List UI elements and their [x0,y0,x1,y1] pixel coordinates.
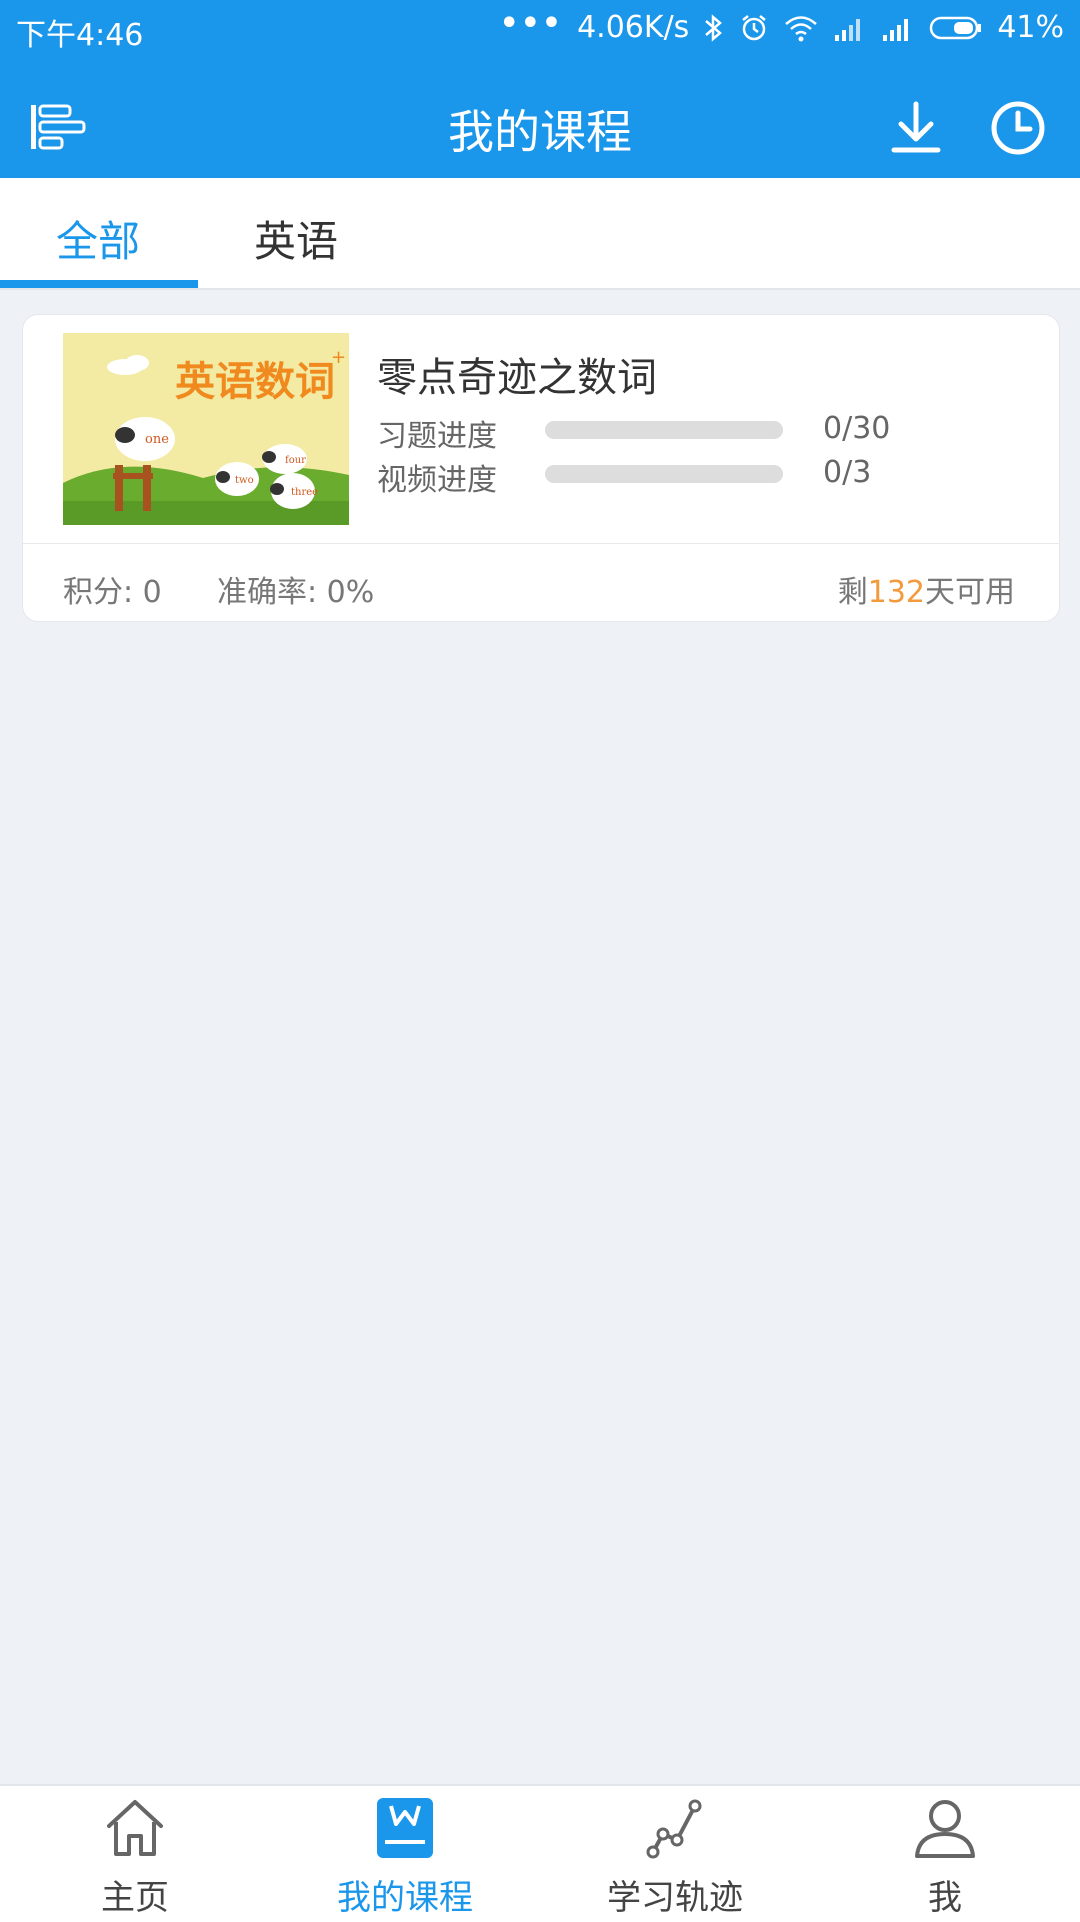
category-tabs: 全部 英语 [0,178,1080,290]
nav-me-label: 我 [928,1878,962,1918]
user-icon [915,1800,975,1858]
nav-my-courses[interactable]: 我的课程 [270,1786,540,1922]
video-progress-bar [545,465,783,483]
tab-all[interactable]: 全部 [56,208,140,269]
clock-icon[interactable] [988,98,1048,158]
signal-icon-2 [883,18,909,41]
more-dots-icon: ••• [499,6,564,41]
thumbnail-title: 英语数词 [175,359,335,405]
course-title: 零点奇迹之数词 [377,355,657,401]
exercise-progress-bar [545,421,783,439]
video-progress-count: 0/3 [823,455,872,490]
course-card[interactable]: 英语数词 + one two four three 零点奇迹之数词 习题进度 0… [22,314,1060,622]
header: 下午4:46 ••• 4.06K/s 41% 我的课程 [0,0,1080,178]
nav-home-label: 主页 [101,1878,169,1918]
nav-my-courses-label: 我的课程 [337,1878,473,1918]
accuracy-text: 准确率: 0% [217,575,375,610]
active-tab-indicator [0,280,198,288]
nav-learning-track-label: 学习轨迹 [607,1878,743,1918]
wifi-icon [785,15,818,41]
battery-icon [930,16,982,39]
status-bar: 下午4:46 ••• 4.06K/s 41% [0,0,1080,56]
nav-me[interactable]: 我 [810,1786,1080,1922]
days-remaining-suffix: 天可用 [925,575,1015,610]
signal-icon-1 [835,18,861,41]
status-time: 下午4:46 [16,18,144,53]
status-icons: ••• 4.06K/s 41% [500,6,1064,45]
course-thumbnail: 英语数词 + one two four three [63,333,349,525]
days-remaining: 剩132天可用 [838,567,1015,611]
score-text: 积分: 0 [63,575,162,610]
thumbnail-word-two: two [235,475,254,486]
tab-english[interactable]: 英语 [254,208,338,269]
video-progress-label: 视频进度 [377,463,497,498]
app-bar: 我的课程 [0,56,1080,178]
network-speed: 4.06K/s [577,10,690,45]
nav-home[interactable]: 主页 [0,1786,270,1922]
exercise-progress-label: 习题进度 [377,419,497,454]
alarm-icon [742,14,767,40]
battery-percent: 41% [997,10,1064,45]
svg-text:+: + [331,347,346,368]
download-icon[interactable] [886,98,946,158]
trend-icon [646,1799,702,1859]
home-icon [107,1800,163,1856]
bottom-nav: 主页 我的课程 学习轨迹 我 [0,1784,1080,1922]
exercise-progress-count: 0/30 [823,411,891,446]
days-remaining-count: 132 [867,575,925,610]
nav-learning-track[interactable]: 学习轨迹 [540,1786,810,1922]
card-divider [23,543,1059,544]
bluetooth-icon [705,13,723,42]
thumbnail-word-three: three [291,487,318,498]
course-book-icon [377,1798,433,1858]
thumbnail-word-four: four [285,455,306,466]
days-remaining-prefix: 剩 [837,575,868,610]
thumbnail-word-one: one [145,432,169,447]
